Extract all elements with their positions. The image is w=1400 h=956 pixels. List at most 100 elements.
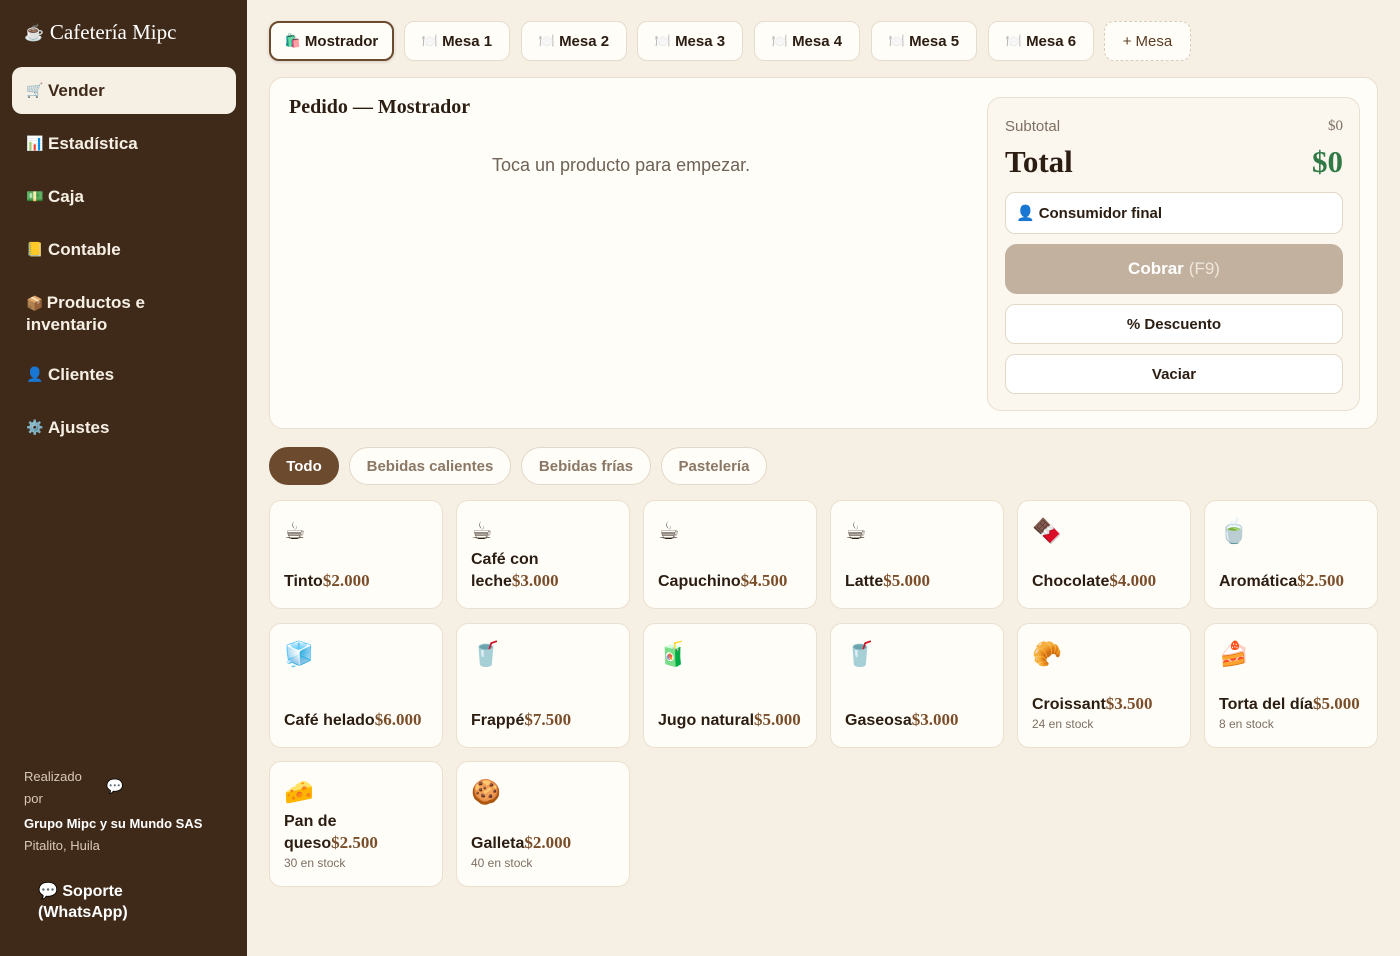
plate-icon: 🍽️ [654,33,672,48]
discount-button[interactable]: % Descuento [1005,304,1343,344]
product-stock: 40 en stock [471,856,533,870]
category-todo[interactable]: Todo [269,447,339,485]
product-card[interactable]: 🧀 Pan de queso$2.500 30 en stock [269,761,443,887]
sidebar-item-caja[interactable]: 💵 Caja [12,173,236,220]
product-icon: 🍰 [1219,641,1249,668]
product-name: Gaseosa [845,712,912,729]
product-card[interactable]: 🥤 Frappé$7.500 [456,623,630,748]
tab-mesa-4[interactable]: 🍽️ Mesa 4 [754,21,860,61]
product-name: Café helado [284,712,375,729]
sidebar-item-clientes[interactable]: 👤 Clientes [12,351,236,398]
product-info: Café helado$6.000 [284,709,434,731]
product-card[interactable]: 🍪 Galleta$2.000 40 en stock [456,761,630,887]
category-bebidas-calientes[interactable]: Bebidas calientes [349,447,511,485]
tab-mesa-3[interactable]: 🍽️ Mesa 3 [637,21,743,61]
made-by-line1: Realizado [24,769,82,784]
product-name: Torta del día [1219,696,1313,713]
subtotal-label: Subtotal [1005,118,1061,135]
tab-label: Mesa 2 [559,32,610,50]
sidebar-item-productos[interactable]: 📦 Productos e inventario [12,283,236,343]
product-info: Café con leche$3.000 [471,549,621,592]
product-card[interactable]: 🧃 Jugo natural$5.000 [643,623,817,748]
product-card[interactable]: ☕ Café con leche$3.000 [456,500,630,609]
coffee-cup-icon: ☕ [24,24,44,42]
product-icon: ☕ [658,518,680,545]
add-table-button[interactable]: + Mesa [1104,21,1191,61]
order-title: Pedido — Mostrador [289,96,471,118]
product-icon: 🥤 [845,641,875,668]
clear-order-button[interactable]: Vaciar [1005,354,1343,394]
tab-mesa-6[interactable]: 🍽️ Mesa 6 [988,21,1094,61]
product-card[interactable]: 🍵 Aromática$2.500 [1204,500,1378,609]
support-whatsapp-link[interactable]: 💬 Soporte (WhatsApp) [38,881,188,923]
product-name: Frappé [471,712,525,729]
sidebar: ☕ Cafetería Mipc 🛒 Vender 📊 Estadística … [0,0,247,956]
sidebar-item-label: Contable [48,240,121,259]
customer-selector[interactable]: 👤 Consumidor final [1005,192,1343,234]
order-panel: Pedido — Mostrador Toca un producto para… [269,77,1378,429]
product-info: Galleta$2.000 40 en stock [471,832,621,870]
product-info: Torta del día$5.000 8 en stock [1219,693,1369,731]
plate-icon: 🍽️ [771,33,789,48]
product-card[interactable]: 🍫 Chocolate$4.000 [1017,500,1191,609]
product-icon: ☕ [845,518,867,545]
plus-icon: + [1122,32,1132,50]
product-name-price: Jugo natural$5.000 [658,709,808,731]
product-icon: ☕ [471,518,493,545]
product-price: $3.500 [1105,694,1153,713]
sidebar-item-vender[interactable]: 🛒 Vender [12,67,236,114]
package-icon: 📦 [26,295,44,311]
tab-mesa-1[interactable]: 🍽️ Mesa 1 [404,21,510,61]
product-icon: 🍪 [471,779,501,806]
product-name: Pan de queso [284,813,337,852]
product-price: $3.000 [511,571,559,590]
product-info: Tinto$2.000 [284,570,434,592]
tab-mostrador[interactable]: 🛍️ Mostrador [269,21,394,61]
product-name-price: Frappé$7.500 [471,709,621,731]
category-bebidas-frias[interactable]: Bebidas frías [521,447,651,485]
sidebar-item-ajustes[interactable]: ⚙️ Ajustes [12,404,236,451]
product-card[interactable]: 🥤 Gaseosa$3.000 [830,623,1004,748]
plate-icon: 🍽️ [538,33,556,48]
product-price: $7.500 [524,710,572,729]
customer-name: Consumidor final [1038,204,1163,222]
product-name-price: Café con leche$3.000 [471,549,621,592]
tab-label: Mesa 4 [792,32,843,50]
chat-bubble-icon[interactable]: 💬 [106,778,123,795]
subtotal-value: $0 [1328,118,1343,134]
sidebar-item-label: Estadística [48,134,138,153]
product-name: Tinto [284,573,323,590]
tab-label: Mesa 1 [442,32,493,50]
sidebar-item-contable[interactable]: 📒 Contable [12,226,236,273]
company-name: Grupo Mipc y su Mundo SAS [24,816,203,831]
tab-mesa-2[interactable]: 🍽️ Mesa 2 [521,21,627,61]
product-name-price: Latte$5.000 [845,570,995,592]
tab-mesa-5[interactable]: 🍽️ Mesa 5 [871,21,977,61]
product-name-price: Gaseosa$3.000 [845,709,995,731]
sidebar-item-label: Caja [48,187,84,206]
product-card[interactable]: ☕ Tinto$2.000 [269,500,443,609]
product-name: Galleta [471,835,525,852]
sidebar-item-estadistica[interactable]: 📊 Estadística [12,120,236,167]
product-name-price: Capuchino$4.500 [658,570,808,592]
product-card[interactable]: 🥐 Croissant$3.500 24 en stock [1017,623,1191,748]
product-name-price: Torta del día$5.000 [1219,693,1369,715]
product-card[interactable]: 🧊 Café helado$6.000 [269,623,443,748]
product-icon: 🥐 [1032,641,1062,668]
product-price: $2.000 [524,833,572,852]
product-name-price: Pan de queso$2.500 [284,811,434,854]
product-card[interactable]: ☕ Latte$5.000 [830,500,1004,609]
product-card[interactable]: ☕ Capuchino$4.500 [643,500,817,609]
product-icon: 🍫 [1032,518,1062,545]
category-pasteleria[interactable]: Pastelería [661,447,767,485]
product-card[interactable]: 🍰 Torta del día$5.000 8 en stock [1204,623,1378,748]
empty-order-message: Toca un producto para empezar. [492,155,751,175]
product-name-price: Café helado$6.000 [284,709,434,731]
product-name: Latte [845,573,884,590]
product-name-price: Tinto$2.000 [284,570,434,592]
product-stock: 30 en stock [284,856,346,870]
user-icon: 👤 [26,366,44,382]
charge-button[interactable]: Cobrar (F9) [1005,244,1343,294]
tab-label: Mesa 3 [675,32,726,50]
plate-icon: 🍽️ [1005,33,1023,48]
